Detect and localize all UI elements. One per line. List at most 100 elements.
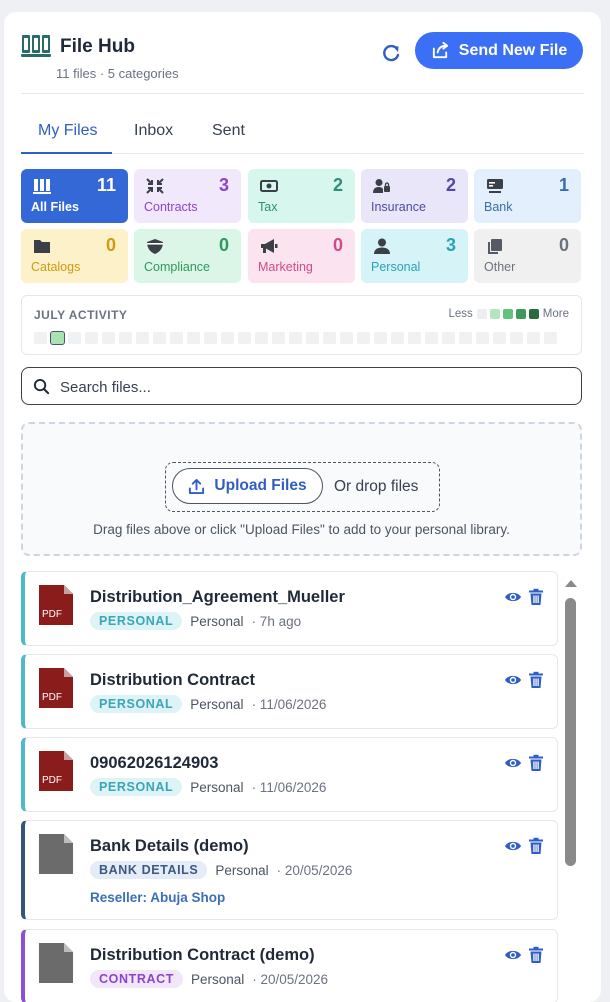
activity-day-cell[interactable] xyxy=(170,332,183,344)
file-hub-panel: File Hub 11 files · 5 categories Send Ne… xyxy=(4,12,601,1002)
activity-day-cell[interactable] xyxy=(476,332,489,344)
activity-day-cell[interactable] xyxy=(442,332,455,344)
category-count: 0 xyxy=(218,235,229,255)
category-tax[interactable]: 2 Tax xyxy=(248,169,355,223)
category-other[interactable]: 0 Other xyxy=(474,229,581,283)
activity-day-cell[interactable] xyxy=(493,332,506,344)
view-eye-icon[interactable] xyxy=(504,671,522,689)
file-card[interactable]: PDF Distribution_Agreement_Mueller PERSO… xyxy=(21,571,558,646)
activity-day-cell[interactable] xyxy=(374,332,387,344)
activity-day-cell[interactable] xyxy=(306,332,319,344)
trash-icon[interactable] xyxy=(527,946,545,964)
file-meta: BANK DETAILS Personal · 20/05/2026 xyxy=(90,861,352,879)
activity-day-cell[interactable] xyxy=(272,332,285,344)
activity-day-cell[interactable] xyxy=(119,332,132,344)
tab-sent[interactable]: Sent xyxy=(212,122,245,154)
activity-day-cell[interactable] xyxy=(238,332,251,344)
file-meta: CONTRACT Personal · 20/05/2026 xyxy=(90,970,328,988)
share-icon xyxy=(432,41,448,59)
upload-icon xyxy=(189,478,205,494)
legend-swatch xyxy=(528,309,539,319)
activity-day-cell[interactable] xyxy=(68,332,81,344)
activity-day-cell[interactable] xyxy=(289,332,302,344)
activity-day-cell[interactable] xyxy=(34,332,47,344)
activity-day-cell[interactable] xyxy=(459,332,472,344)
category-label: Catalogs xyxy=(31,260,81,274)
file-date: · 11/06/2026 xyxy=(251,696,327,712)
activity-day-cell[interactable] xyxy=(136,332,149,344)
activity-day-cell[interactable] xyxy=(221,332,234,344)
activity-day-cell[interactable] xyxy=(187,332,200,344)
tab-inbox[interactable]: Inbox xyxy=(134,122,173,154)
activity-day-cell[interactable] xyxy=(255,332,268,344)
file-card[interactable]: Distribution Contract (demo) CONTRACT Pe… xyxy=(21,929,558,1002)
books-icon xyxy=(21,35,51,57)
file-name[interactable]: Bank Details (demo) xyxy=(90,837,249,856)
category-marketing[interactable]: 0 Marketing xyxy=(248,229,355,283)
legend-less: Less xyxy=(448,308,473,320)
activity-day-cell[interactable] xyxy=(204,332,217,344)
category-catalogs[interactable]: 0 Catalogs xyxy=(21,229,128,283)
search-icon xyxy=(33,378,50,395)
bullhorn-icon xyxy=(261,239,278,253)
category-all-files[interactable]: 11 All Files xyxy=(21,169,128,223)
trash-icon[interactable] xyxy=(527,671,545,689)
tab-label: Inbox xyxy=(134,122,174,139)
scroll-up-arrow-icon[interactable] xyxy=(564,578,578,588)
header: File Hub 11 files · 5 categories Send Ne… xyxy=(21,32,584,94)
category-count: 0 xyxy=(558,235,569,255)
upload-target[interactable]: Upload Files Or drop files xyxy=(165,462,440,512)
activity-day-cell[interactable] xyxy=(408,332,421,344)
file-card[interactable]: PDF Distribution Contract PERSONAL Perso… xyxy=(21,654,558,729)
search-input[interactable] xyxy=(60,376,560,398)
activity-day-cell[interactable] xyxy=(425,332,438,344)
compress-icon xyxy=(146,178,164,194)
send-new-file-button[interactable]: Send New File xyxy=(415,32,583,69)
trash-icon[interactable] xyxy=(527,588,545,606)
activity-day-cell[interactable] xyxy=(340,332,353,344)
view-eye-icon[interactable] xyxy=(504,837,522,855)
money-bill-icon xyxy=(260,180,278,192)
file-name[interactable]: Distribution_Agreement_Mueller xyxy=(90,588,345,607)
activity-day-cell[interactable] xyxy=(510,332,523,344)
trash-icon[interactable] xyxy=(527,754,545,772)
category-personal[interactable]: 3 Personal xyxy=(361,229,468,283)
search-box xyxy=(21,367,582,405)
view-eye-icon[interactable] xyxy=(504,588,522,606)
category-label: Contracts xyxy=(144,200,198,214)
category-insurance[interactable]: 2 Insurance xyxy=(361,169,468,223)
activity-day-cell[interactable] xyxy=(153,332,166,344)
file-name[interactable]: Distribution Contract xyxy=(90,671,255,690)
tab-label: Sent xyxy=(212,122,245,139)
category-bank[interactable]: 1 Bank xyxy=(474,169,581,223)
trash-icon[interactable] xyxy=(527,837,545,855)
file-name[interactable]: 09062026124903 xyxy=(90,754,218,773)
user-icon xyxy=(374,238,390,254)
category-count: 2 xyxy=(332,175,343,195)
file-owner: Personal xyxy=(190,971,245,987)
view-eye-icon[interactable] xyxy=(504,946,522,964)
activity-day-cell[interactable] xyxy=(391,332,404,344)
file-category-tag: PERSONAL xyxy=(90,695,183,713)
category-label: Compliance xyxy=(144,260,211,274)
activity-day-cell[interactable] xyxy=(102,332,115,344)
money-check-icon xyxy=(487,179,503,193)
file-card[interactable]: PDF 09062026124903 PERSONAL Personal · 1… xyxy=(21,737,558,812)
user-lock-icon xyxy=(373,179,390,193)
activity-day-cell[interactable] xyxy=(323,332,336,344)
upload-files-button[interactable]: Upload Files xyxy=(172,468,323,504)
activity-day-cell[interactable] xyxy=(50,331,65,345)
scrollbar-thumb[interactable] xyxy=(565,598,576,866)
activity-day-cell[interactable] xyxy=(527,332,540,344)
upload-dropzone[interactable]: Upload Files Or drop files Drag files ab… xyxy=(21,422,582,556)
file-card[interactable]: Bank Details (demo) BANK DETAILS Persona… xyxy=(21,820,558,920)
refresh-icon[interactable] xyxy=(380,42,402,64)
activity-day-cell[interactable] xyxy=(544,332,557,344)
category-contracts[interactable]: 3 Contracts xyxy=(134,169,241,223)
activity-day-cell[interactable] xyxy=(357,332,370,344)
view-eye-icon[interactable] xyxy=(504,754,522,772)
activity-day-cell[interactable] xyxy=(85,332,98,344)
tab-my-files[interactable]: My Files xyxy=(38,122,98,154)
file-name[interactable]: Distribution Contract (demo) xyxy=(90,946,315,965)
category-compliance[interactable]: 0 Compliance xyxy=(134,229,241,283)
